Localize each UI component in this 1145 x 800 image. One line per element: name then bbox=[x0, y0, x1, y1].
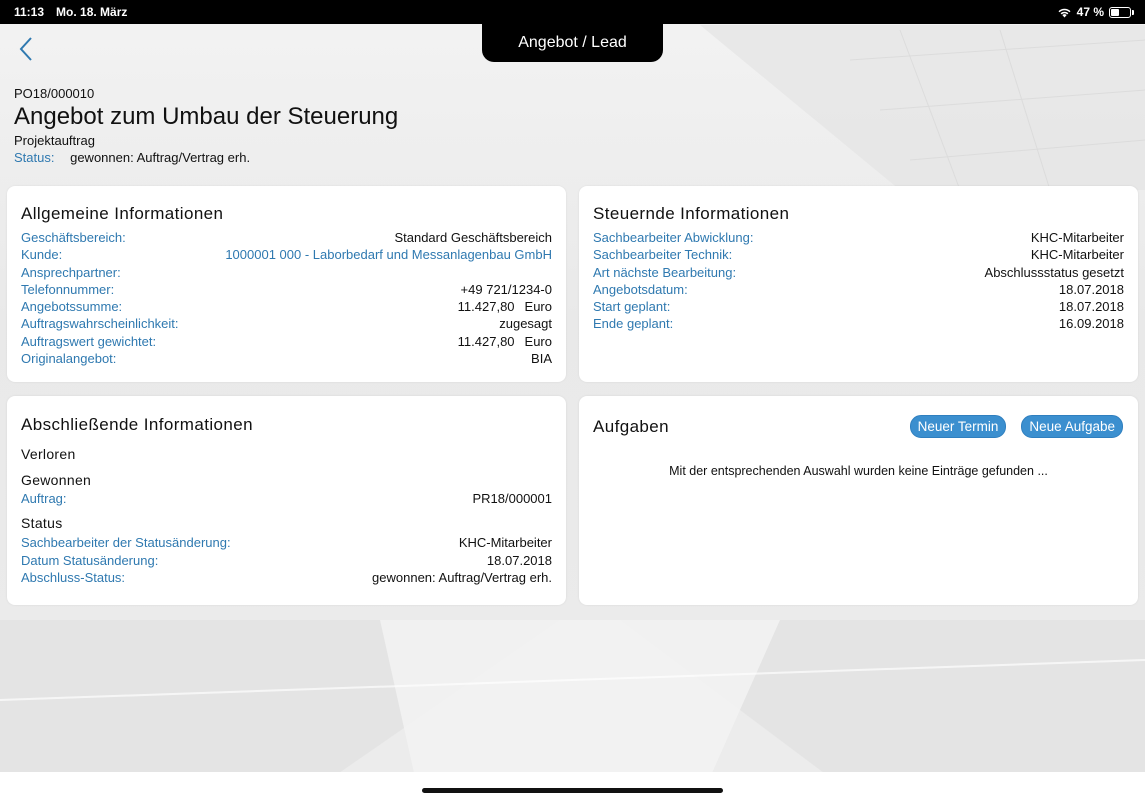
row-value: 16.09.2018 bbox=[1058, 316, 1124, 332]
chevron-left-icon bbox=[19, 37, 32, 61]
row-label: Telefonnummer: bbox=[21, 281, 115, 297]
row-label: Auftrag: bbox=[21, 491, 67, 506]
page-title: Angebot zum Umbau der Steuerung bbox=[14, 103, 399, 130]
aufgaben-actions: Neuer Termin Neue Aufgabe bbox=[909, 415, 1123, 438]
info-row: Kunde: 1000001 000 - Laborbedarf und Mes… bbox=[21, 246, 552, 263]
row-value: 11.427,80 Euro bbox=[458, 333, 552, 350]
wifi-icon bbox=[1058, 8, 1071, 17]
card-allgemeine-informationen: Allgemeine Informationen Geschäftsbereic… bbox=[7, 186, 566, 382]
aufgaben-header: Aufgaben Neuer Termin Neue Aufgabe bbox=[593, 415, 1124, 438]
info-row: Telefonnummer: +49 721/1234-0 bbox=[21, 281, 552, 298]
page-header: PO18/000010 Angebot zum Umbau der Steuer… bbox=[14, 86, 398, 165]
row-label: Start geplant: bbox=[593, 299, 671, 315]
phone-value[interactable]: +49 721/1234-0 bbox=[461, 281, 552, 298]
row-value: KHC-Mitarbeiter bbox=[1030, 247, 1124, 263]
battery-percent: 47 % bbox=[1076, 5, 1104, 19]
battery-fill bbox=[1111, 8, 1120, 16]
info-row: Sachbearbeiter Abwicklung: KHC-Mitarbeit… bbox=[593, 229, 1124, 246]
row-value: BIA bbox=[531, 351, 552, 367]
currency-unit: Euro bbox=[524, 299, 552, 315]
card-steuernde-informationen: Steuernde Informationen Sachbearbeiter A… bbox=[579, 186, 1138, 382]
info-row: Geschäftsbereich: Standard Geschäftsbere… bbox=[21, 229, 552, 246]
battery-icon bbox=[1109, 6, 1134, 18]
offer-type: Projektauftrag bbox=[14, 133, 95, 148]
offer-code: PO18/000010 bbox=[14, 86, 95, 101]
new-appointment-button[interactable]: Neuer Termin bbox=[909, 415, 1007, 438]
info-row: Auftragswert gewichtet: 11.427,80 Euro bbox=[21, 333, 552, 350]
row-value: KHC-Mitarbeiter bbox=[458, 535, 552, 551]
status-label: Status: bbox=[14, 150, 55, 165]
row-label: Sachbearbeiter der Statusänderung: bbox=[21, 535, 231, 551]
row-label: Originalangebot: bbox=[21, 351, 117, 367]
card-title: Allgemeine Informationen bbox=[21, 204, 224, 223]
section-gewonnen: Gewonnen bbox=[21, 472, 92, 488]
status-time: 11:13 bbox=[14, 5, 45, 19]
info-row: Sachbearbeiter der Statusänderung: KHC-M… bbox=[21, 534, 552, 551]
info-row: Art nächste Bearbeitung: Abschlussstatus… bbox=[593, 264, 1124, 281]
row-label: Kunde: bbox=[21, 247, 63, 263]
row-value: 18.07.2018 bbox=[486, 552, 552, 568]
amount-value: 11.427,80 bbox=[457, 333, 515, 349]
row-label: Art nächste Bearbeitung: bbox=[593, 264, 737, 280]
row-value: Standard Geschäftsbereich bbox=[394, 230, 552, 245]
row-value: Abschlussstatus gesetzt bbox=[984, 264, 1124, 280]
nav-title: Angebot / Lead bbox=[518, 34, 627, 51]
nav-title-tab: Angebot / Lead bbox=[482, 24, 663, 62]
row-value: gewonnen: Auftrag/Vertrag erh. bbox=[372, 569, 552, 585]
row-label: Angebotsdatum: bbox=[593, 281, 688, 297]
card-abschliessende-informationen: Abschließende Informationen Verloren Gew… bbox=[7, 396, 566, 605]
section-status: Status bbox=[21, 515, 63, 532]
row-value: 11.427,80 Euro bbox=[458, 298, 552, 315]
back-button[interactable] bbox=[14, 34, 38, 64]
status-right: 47 % bbox=[1057, 5, 1134, 19]
order-value: PR18/000001 bbox=[472, 491, 552, 506]
offer-status: Status: gewonnen: Auftrag/Vertrag erh. bbox=[14, 150, 398, 165]
row-label: Abschluss-Status: bbox=[21, 569, 126, 585]
new-task-button[interactable]: Neue Aufgabe bbox=[1021, 415, 1123, 438]
status-date: Mo. 18. März bbox=[56, 5, 128, 19]
home-bar bbox=[0, 772, 1145, 800]
info-row: Angebotssumme: 11.427,80 Euro bbox=[21, 298, 552, 315]
card-title: Abschließende Informationen bbox=[21, 415, 253, 434]
info-row: Ansprechpartner: bbox=[21, 264, 552, 281]
customer-link[interactable]: 1000001 000 - Laborbedarf und Messanlage… bbox=[225, 246, 552, 263]
home-indicator[interactable] bbox=[422, 788, 723, 793]
info-row: Sachbearbeiter Technik: KHC-Mitarbeiter bbox=[593, 246, 1124, 263]
status-value: gewonnen: Auftrag/Vertrag erh. bbox=[70, 150, 251, 165]
row-label: Ansprechpartner: bbox=[21, 264, 121, 280]
row-label: Auftragswert gewichtet: bbox=[21, 333, 157, 349]
card-title: Aufgaben bbox=[593, 416, 669, 436]
row-label: Sachbearbeiter Technik: bbox=[593, 247, 733, 263]
row-label: Geschäftsbereich: bbox=[21, 230, 126, 245]
status-bar: 11:13 Mo. 18. März 47 % bbox=[0, 0, 1145, 24]
empty-state-message: Mit der entsprechenden Auswahl wurden ke… bbox=[669, 464, 1048, 478]
row-value: 18.07.2018 bbox=[1058, 299, 1124, 315]
row-label: Sachbearbeiter Abwicklung: bbox=[593, 230, 754, 245]
card-aufgaben: Aufgaben Neuer Termin Neue Aufgabe Mit d… bbox=[579, 396, 1138, 605]
info-row: Auftrag: PR18/000001 bbox=[21, 490, 552, 507]
info-row: Auftragswahrscheinlichkeit: zugesagt bbox=[21, 315, 552, 332]
card-title: Steuernde Informationen bbox=[593, 204, 790, 223]
row-label: Ende geplant: bbox=[593, 316, 674, 332]
row-label: Auftragswahrscheinlichkeit: bbox=[21, 316, 179, 332]
info-row: Angebotsdatum: 18.07.2018 bbox=[593, 281, 1124, 298]
currency-unit: Euro bbox=[524, 333, 552, 349]
info-row: Datum Statusänderung: 18.07.2018 bbox=[21, 552, 552, 569]
info-row: Start geplant: 18.07.2018 bbox=[593, 298, 1124, 315]
row-value: KHC-Mitarbeiter bbox=[1030, 230, 1124, 245]
row-value: zugesagt bbox=[499, 316, 552, 332]
row-label: Angebotssumme: bbox=[21, 299, 123, 315]
info-row: Abschluss-Status: gewonnen: Auftrag/Vert… bbox=[21, 569, 552, 586]
info-row: Originalangebot: BIA bbox=[21, 350, 552, 367]
section-verloren: Verloren bbox=[21, 446, 76, 462]
info-row: Ende geplant: 16.09.2018 bbox=[593, 315, 1124, 332]
row-value: 18.07.2018 bbox=[1058, 281, 1124, 297]
row-label: Datum Statusänderung: bbox=[21, 552, 159, 568]
amount-value: 11.427,80 bbox=[457, 299, 515, 315]
